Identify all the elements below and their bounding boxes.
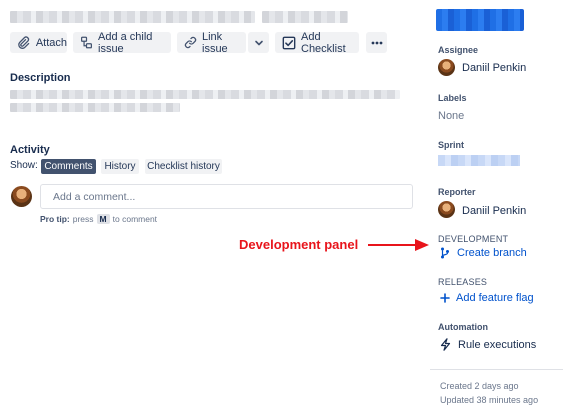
chevron-down-icon (254, 38, 264, 48)
tab-comments-label: Comments (44, 161, 93, 172)
assignee-avatar (438, 59, 455, 76)
pro-tip-suffix: to comment (112, 214, 158, 224)
current-user-avatar (11, 186, 32, 207)
create-branch-label: Create branch (457, 247, 527, 259)
assignee-label: Assignee (438, 45, 479, 55)
releases-label: RELEASES (438, 277, 488, 287)
issue-title-redacted (10, 11, 255, 23)
pro-tip-press: press (72, 214, 94, 224)
annotation-development-panel: Development panel (239, 237, 359, 252)
paperclip-icon (17, 36, 31, 50)
reporter-name[interactable]: Daniil Penkin (462, 205, 526, 217)
child-issue-label: Add a child issue (98, 30, 153, 55)
attach-label: Attach (35, 36, 67, 49)
comment-placeholder: Add a comment... (53, 191, 136, 203)
tab-history-label: History (104, 161, 136, 172)
branch-icon (440, 247, 450, 259)
assignee-name[interactable]: Daniil Penkin (462, 62, 526, 74)
development-label: DEVELOPMENT (438, 234, 509, 244)
link-issue-dropdown-button[interactable] (248, 32, 269, 53)
more-actions-button[interactable] (366, 32, 387, 53)
sprint-value-redacted[interactable] (438, 155, 520, 166)
more-icon (371, 41, 383, 45)
pro-tip-bold: Pro tip: (40, 214, 70, 224)
created-timestamp: Created 2 days ago (440, 381, 519, 391)
link-issue-label: Link issue (202, 30, 228, 55)
rule-executions-label: Rule executions (458, 338, 537, 351)
attach-button[interactable]: Attach (10, 32, 67, 53)
reporter-label: Reporter (438, 187, 476, 197)
description-text-redacted-2 (10, 103, 180, 112)
pro-tip: Pro tip: press M to comment (40, 214, 157, 224)
sidebar-divider (430, 369, 563, 370)
add-feature-flag-link[interactable]: Add feature flag (440, 292, 534, 304)
pro-tip-key: M (96, 214, 110, 224)
plus-icon (440, 293, 450, 303)
create-branch-link[interactable]: Create branch (440, 247, 527, 259)
link-issue-button[interactable]: Link issue (177, 30, 246, 55)
child-issue-icon (80, 36, 93, 50)
tab-checklist-history[interactable]: Checklist history (145, 159, 222, 174)
link-icon (184, 36, 197, 50)
labels-value[interactable]: None (438, 110, 464, 122)
issue-title-redacted-2 (262, 11, 348, 23)
description-heading: Description (10, 72, 71, 84)
add-child-issue-button[interactable]: Add a child issue (73, 30, 171, 55)
activity-heading: Activity (10, 144, 50, 156)
sprint-label: Sprint (438, 140, 464, 150)
updated-timestamp: Updated 38 minutes ago (440, 395, 539, 405)
lightning-icon (440, 338, 451, 351)
status-button-redacted[interactable] (436, 9, 524, 31)
checkbox-icon (282, 36, 296, 50)
tab-comments[interactable]: Comments (41, 159, 96, 174)
rule-executions-link[interactable]: Rule executions (440, 338, 536, 351)
automation-label: Automation (438, 322, 488, 332)
tab-history[interactable]: History (101, 159, 139, 174)
reporter-avatar (438, 201, 455, 218)
add-checklist-label: Add Checklist (301, 30, 346, 55)
annotation-arrow (368, 239, 429, 251)
labels-label: Labels (438, 93, 467, 103)
comment-input[interactable]: Add a comment... (40, 184, 413, 209)
add-checklist-button[interactable]: Add Checklist (275, 30, 359, 55)
add-feature-flag-label: Add feature flag (456, 292, 534, 304)
tab-checklist-history-label: Checklist history (147, 161, 220, 172)
description-text-redacted-1 (10, 90, 400, 99)
show-label: Show: (10, 160, 38, 171)
